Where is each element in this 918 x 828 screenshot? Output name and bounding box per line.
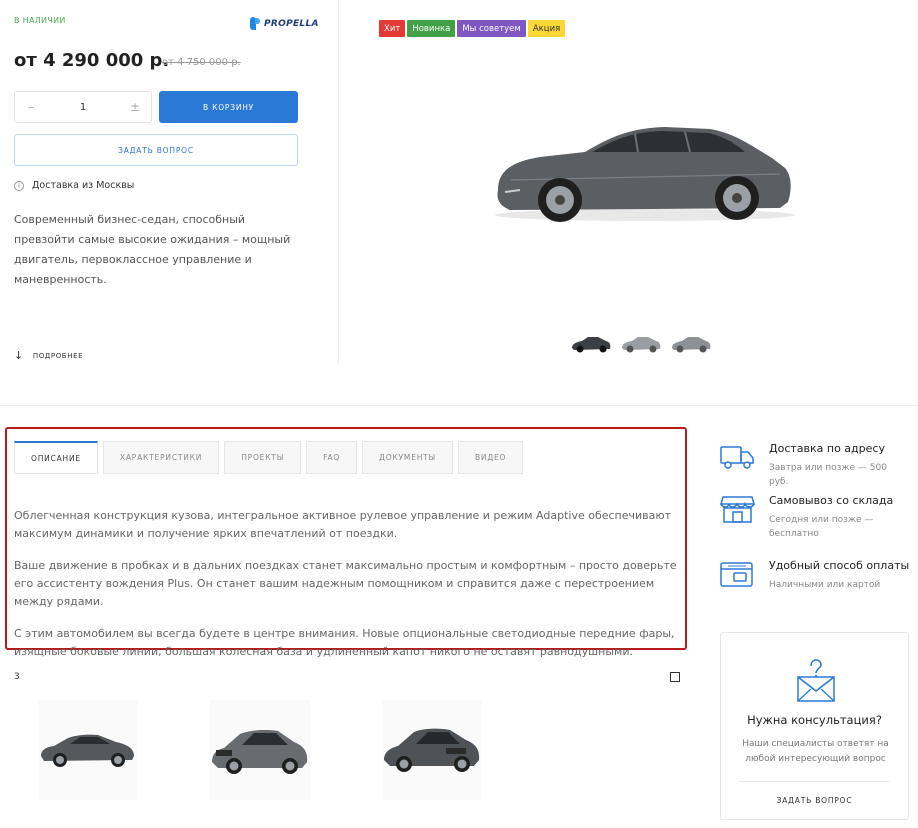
tab-paragraph: С этим автомобилем вы всегда будете в це… [14, 627, 675, 658]
feature-delivery-title: Доставка по адресу [769, 442, 885, 455]
old-price: от 4 750 000 р. [162, 57, 241, 68]
tab-video[interactable]: ВИДЕО [457, 441, 524, 474]
wallet-icon [720, 562, 753, 587]
tab-content: Облегченная конструкция кузова, интеграл… [14, 507, 679, 675]
mail-question-icon [797, 659, 835, 702]
quantity-value[interactable]: 1 [80, 102, 86, 113]
consultation-card: Нужна консультация? Наши специалисты отв… [720, 632, 909, 820]
arrow-down-icon: ↓ [14, 349, 24, 362]
product-tabs: ОПИСАНИЕ ХАРАКТЕРИСТИКИ ПРОЕКТЫ FAQ ДОКУ… [14, 441, 524, 474]
brand-logo[interactable]: PROPELLA [250, 17, 319, 30]
feature-payment-sub: Наличными или картой [769, 580, 881, 590]
product-description: Современный бизнес-седан, способный прев… [14, 213, 291, 286]
tab-paragraph: Ваше движение в пробках и в дальних поез… [14, 559, 677, 608]
delivery-note: i Доставка из Москвы [14, 180, 134, 191]
feature-delivery-sub: Завтра или позже — 500 руб. [769, 463, 887, 487]
more-link[interactable]: ↓ ПОДРОБНЕЕ [14, 349, 84, 362]
related-count: 3 [14, 672, 20, 682]
tab-projects[interactable]: ПРОЕКТЫ [224, 441, 302, 474]
add-to-cart-button[interactable]: В КОРЗИНУ [159, 91, 298, 123]
badge-hit: Хит [379, 20, 406, 37]
thumbnail-1[interactable] [570, 330, 612, 358]
related-product-image-1[interactable] [38, 700, 138, 800]
info-icon[interactable]: i [14, 180, 24, 191]
propella-logo-icon [250, 17, 260, 30]
quantity-increase-button[interactable]: ± [129, 100, 141, 114]
tab-faq[interactable]: FAQ [306, 441, 358, 474]
brand-name: PROPELLA [264, 18, 319, 29]
quantity-decrease-button[interactable]: – [25, 100, 37, 114]
badges: Хит Новинка Мы советуем Акция [379, 20, 566, 37]
feature-payment: Удобный способ оплаты Наличными или карт… [720, 559, 909, 592]
tab-specifications[interactable]: ХАРАКТЕРИСТИКИ [102, 441, 220, 474]
ask-question-button[interactable]: ЗАДАТЬ ВОПРОС [14, 134, 298, 166]
product-price: от 4 290 000 р. [14, 50, 170, 71]
feature-delivery: Доставка по адресу Завтра или позже — 50… [720, 442, 889, 489]
badge-new: Новинка [407, 20, 456, 37]
related-product-image-3[interactable] [382, 700, 482, 800]
tab-documents[interactable]: ДОКУМЕНТЫ [362, 441, 453, 474]
related-product-image-2[interactable] [210, 700, 310, 800]
tab-paragraph: Облегченная конструкция кузова, интеграл… [14, 509, 672, 540]
delivery-note-text: Доставка из Москвы [32, 180, 135, 191]
thumbnail-3[interactable] [670, 330, 712, 358]
stock-status: В НАЛИЧИИ [14, 16, 66, 25]
quantity-stepper[interactable]: – 1 ± [14, 91, 152, 123]
truck-icon [720, 446, 754, 469]
feature-pickup-sub: Сегодня или позже — бесплатно [769, 515, 874, 539]
horizontal-divider [0, 405, 918, 406]
badge-recommend: Мы советуем [457, 20, 526, 37]
consultation-ask-button[interactable]: ЗАДАТЬ ВОПРОС [721, 796, 908, 805]
consultation-divider [739, 781, 889, 782]
consultation-subtitle: Наши специалисты ответят на любой интере… [742, 739, 889, 764]
square-icon[interactable] [670, 672, 680, 682]
more-link-label: ПОДРОБНЕЕ [32, 352, 84, 360]
main-product-image[interactable] [480, 40, 810, 320]
feature-pickup: Самовывоз со склада Сегодня или позже — … [720, 494, 893, 541]
feature-payment-title: Удобный способ оплаты [769, 559, 910, 572]
feature-pickup-title: Самовывоз со склада [769, 494, 894, 507]
thumbnail-2[interactable] [620, 330, 662, 358]
image-thumbnails [570, 330, 712, 358]
badge-sale: Акция [527, 20, 566, 37]
vertical-divider [338, 0, 339, 363]
consultation-title: Нужна консультация? [747, 713, 882, 727]
store-icon [720, 496, 755, 523]
tab-description[interactable]: ОПИСАНИЕ [14, 441, 98, 474]
